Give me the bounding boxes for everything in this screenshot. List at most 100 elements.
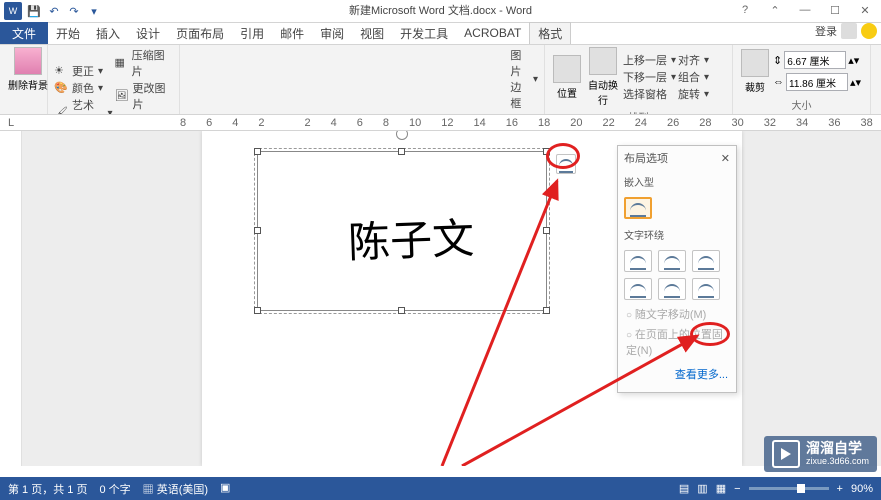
remove-bg-label: 删除背景 [8, 77, 48, 92]
annotation-circle [690, 322, 730, 346]
tab-home[interactable]: 开始 [48, 22, 88, 44]
view-web-icon[interactable]: ▦ [716, 482, 726, 495]
resize-handle[interactable] [543, 307, 550, 314]
bring-forward-button[interactable]: 上移一层 ▾ [623, 52, 676, 68]
language-indicator[interactable]: ▦ 英语(美国) [143, 481, 208, 497]
height-input[interactable] [784, 51, 846, 69]
zoom-slider[interactable] [749, 487, 829, 490]
compress-button[interactable]: ▦ 压缩图片 [115, 47, 174, 79]
spinner-icon[interactable]: ▴▾ [850, 76, 861, 89]
ruler-tick: 26 [667, 117, 679, 129]
ribbon-collapse-icon[interactable]: ⌃ [761, 0, 789, 20]
wrap-through-option[interactable] [692, 250, 720, 272]
tab-design[interactable]: 设计 [128, 22, 168, 44]
tab-mail[interactable]: 邮件 [272, 22, 312, 44]
close-icon[interactable]: ✕ [851, 0, 879, 20]
remove-background-button[interactable]: 删除背景 [6, 47, 50, 92]
crop-button[interactable]: 裁剪 [739, 49, 771, 94]
tab-format[interactable]: 格式 [529, 22, 571, 44]
compress-label: 压缩图片 [132, 47, 173, 79]
position-icon [553, 55, 581, 83]
effects-button[interactable]: 🖌艺术效果 ▾ [54, 97, 113, 115]
align-button[interactable]: 对齐 ▾ [678, 52, 709, 68]
page-indicator[interactable]: 第 1 页，共 1 页 [8, 481, 87, 497]
wrap-label: 自动换行 [585, 77, 621, 107]
position-button[interactable]: 位置 [551, 55, 583, 100]
ruler-horizontal: L 8 6 4 2 2 4 6 8 10 12 14 16 18 20 22 2… [0, 115, 881, 131]
tab-file[interactable]: 文件 [0, 22, 48, 44]
popover-close-icon[interactable]: ✕ [721, 152, 730, 165]
color-button[interactable]: 🎨颜色 ▾ [54, 80, 113, 96]
compress-icon: ▦ [115, 56, 128, 70]
tab-pagelayout[interactable]: 页面布局 [168, 22, 232, 44]
view-read-icon[interactable]: ▥ [697, 482, 707, 495]
rotate-handle[interactable] [396, 131, 408, 140]
inline-section-label: 嵌入型 [618, 170, 736, 193]
crop-icon [741, 49, 769, 77]
position-label: 位置 [557, 85, 577, 100]
selected-image[interactable]: 陈子文 [257, 151, 547, 311]
zoom-thumb[interactable] [797, 484, 805, 493]
zoom-out[interactable]: − [734, 483, 740, 495]
page[interactable]: 陈子文 布局选项 ✕ 嵌入型 文字环绕 [202, 131, 742, 466]
wrap-front-option[interactable] [692, 278, 720, 300]
ruler-tick: 2 [305, 117, 311, 129]
tab-references[interactable]: 引用 [232, 22, 272, 44]
picture-border-button[interactable]: 图片边框 ▾ [510, 47, 538, 111]
smiley-icon[interactable] [861, 23, 877, 39]
arc-icon [664, 256, 680, 266]
wrap-icon [589, 47, 617, 75]
tab-review[interactable]: 审阅 [312, 22, 352, 44]
send-back-label: 下移一层 [623, 69, 667, 85]
ruler-tick: 2 [258, 117, 264, 129]
ruler-tick: 36 [828, 117, 840, 129]
view-print-icon[interactable]: ▤ [679, 482, 689, 495]
help-icon[interactable]: ? [731, 0, 759, 20]
selection-pane-button[interactable]: 选择窗格 [623, 86, 676, 102]
group-button[interactable]: 组合 ▾ [678, 69, 709, 85]
change-button[interactable]: 🖼更改图片 [115, 80, 174, 112]
macro-icon[interactable]: ▣ [220, 481, 230, 497]
arc-icon [630, 284, 646, 294]
tab-insert[interactable]: 插入 [88, 22, 128, 44]
palette-icon: 🎨 [54, 81, 68, 95]
tab-view[interactable]: 视图 [352, 22, 392, 44]
avatar-icon[interactable] [841, 23, 857, 39]
layout-options-popover: 布局选项 ✕ 嵌入型 文字环绕 ○ 随文字移动(M) ○ 在页面上的位置 [617, 145, 737, 393]
resize-handle[interactable] [254, 148, 261, 155]
zoom-in[interactable]: + [837, 483, 843, 495]
zoom-value[interactable]: 90% [851, 483, 873, 495]
resize-handle[interactable] [254, 307, 261, 314]
send-backward-button[interactable]: 下移一层 ▾ [623, 69, 676, 85]
ruler-corner[interactable]: L [0, 115, 22, 131]
tab-developer[interactable]: 开发工具 [392, 22, 456, 44]
rotate-button[interactable]: 旋转 ▾ [678, 86, 709, 102]
wrap-tight-option[interactable] [658, 250, 686, 272]
resize-handle[interactable] [398, 307, 405, 314]
corrections-button[interactable]: ☀更正 ▾ [54, 63, 113, 79]
watermark: 溜溜自学 zixue.3d66.com [764, 436, 877, 472]
tab-acrobat[interactable]: ACROBAT [456, 22, 529, 44]
resize-handle[interactable] [398, 148, 405, 155]
ruler-tick: 6 [206, 117, 212, 129]
word-count[interactable]: 0 个字 [99, 481, 130, 497]
color-label: 颜色 [72, 80, 94, 96]
wrap-inline-option[interactable] [624, 197, 652, 219]
spinner-icon[interactable]: ▴▾ [848, 54, 859, 67]
max-icon[interactable]: ☐ [821, 0, 849, 20]
document-area[interactable]: 陈子文 布局选项 ✕ 嵌入型 文字环绕 [22, 131, 881, 466]
min-icon[interactable]: — [791, 0, 819, 20]
login-link[interactable]: 登录 [815, 23, 837, 39]
ruler-tick: 20 [570, 117, 582, 129]
wrap-square-option[interactable] [624, 250, 652, 272]
wrap-behind-option[interactable] [658, 278, 686, 300]
signature-text: 陈子文 [347, 205, 475, 270]
move-with-text-radio: ○ 随文字移动(M) [618, 304, 736, 324]
width-input[interactable] [786, 73, 848, 91]
see-more-link[interactable]: 查看更多... [618, 360, 736, 388]
resize-handle[interactable] [543, 227, 550, 234]
wrap-text-button[interactable]: 自动换行 [585, 47, 621, 107]
wrap-topbottom-option[interactable] [624, 278, 652, 300]
effects-label: 艺术效果 [72, 97, 104, 115]
resize-handle[interactable] [254, 227, 261, 234]
